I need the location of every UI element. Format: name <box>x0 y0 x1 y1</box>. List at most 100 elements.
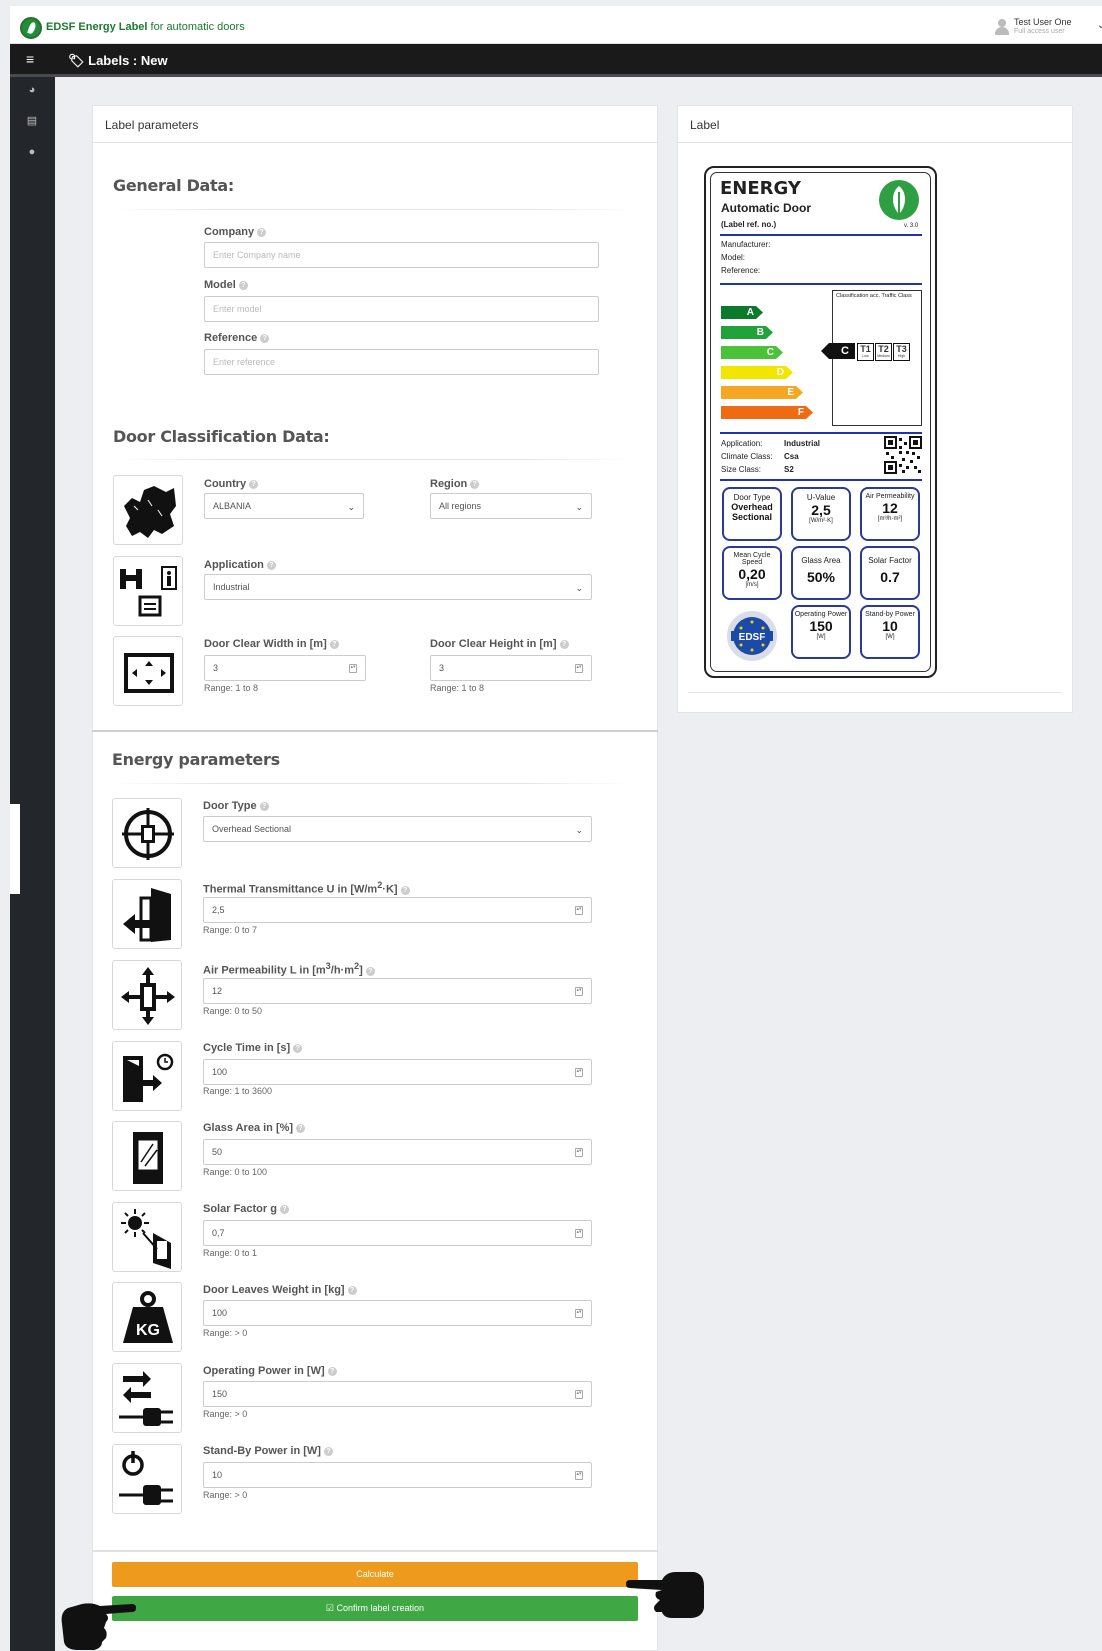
tile-cycle-speed: Mean Cycle Speed 0,20 [m/s] <box>722 546 782 600</box>
title-bar: ≡ 🏷 Labels : New <box>10 44 1102 77</box>
help-icon[interactable]: ? <box>279 1205 289 1214</box>
solar-factor-input[interactable]: 0,7 ▴▾ <box>203 1220 592 1246</box>
door-height-range: Range: 1 to 8 <box>430 683 485 693</box>
help-icon[interactable]: ? <box>559 640 569 649</box>
tile-solar-factor: Solar Factor 0.7 <box>860 546 920 600</box>
door-width-input[interactable]: 3 ▴▾ <box>204 655 366 681</box>
help-icon[interactable]: ? <box>327 1367 337 1376</box>
spinner-icon[interactable]: ▴▾ <box>575 1309 583 1318</box>
tile-operating-unit: [W] <box>816 634 826 640</box>
thermal-transmittance-icon <box>112 879 182 949</box>
tile-u-value-value: 2,5 <box>811 502 831 518</box>
help-icon[interactable]: ? <box>400 885 410 895</box>
application-label: Application? <box>204 559 276 571</box>
document-icon[interactable]: ▤ <box>26 115 38 127</box>
help-icon[interactable]: ? <box>470 480 480 489</box>
spinner-icon[interactable]: ▴▾ <box>575 1068 583 1077</box>
model-input[interactable]: Enter model <box>204 296 599 322</box>
general-data-title: General Data: <box>113 176 234 195</box>
region-select[interactable]: All regions ⌄ <box>430 493 592 519</box>
hamburger-menu-icon[interactable]: ≡ <box>26 51 34 67</box>
standby-power-range: Range: > 0 <box>203 1490 248 1500</box>
tile-operating-power: Operating Power 150 [W] <box>791 605 851 659</box>
user-name[interactable]: Test User One <box>1014 17 1072 27</box>
spinner-icon[interactable]: ▴▾ <box>575 1390 583 1399</box>
help-icon[interactable]: ? <box>329 640 339 649</box>
label-reference: Reference: <box>721 266 761 275</box>
weight-kg-icon: KG <box>112 1282 182 1352</box>
country-select[interactable]: ALBANIA ⌄ <box>204 493 364 519</box>
top-bar: EDSF Energy Label for automatic doors Te… <box>10 6 1102 44</box>
help-icon[interactable]: ? <box>238 281 248 290</box>
tile-solar-title: Solar Factor <box>868 556 912 565</box>
company-input[interactable]: Enter Company name <box>204 242 599 268</box>
divider <box>688 692 1062 693</box>
brand-title[interactable]: EDSF Energy Label for automatic doors <box>46 21 245 33</box>
tile-air-value: 12 <box>882 500 898 516</box>
air-label-c: ] <box>359 964 363 977</box>
confirm-label-text: Confirm label creation <box>336 1603 425 1613</box>
door-height-input[interactable]: 3 ▴▾ <box>430 655 592 681</box>
glass-area-input[interactable]: 50 ▴▾ <box>203 1139 592 1165</box>
tile-operating-value: 150 <box>809 618 833 634</box>
spinner-icon[interactable]: ▴▾ <box>575 1471 583 1480</box>
spinner-icon[interactable]: ▴▾ <box>575 987 583 996</box>
spinner-icon[interactable]: ▴▾ <box>349 664 357 673</box>
calculate-button[interactable]: Calculate <box>112 1562 638 1587</box>
weight-input[interactable]: 100 ▴▾ <box>203 1300 592 1326</box>
door-type-icon <box>112 798 182 868</box>
model-label-text: Model <box>204 279 236 291</box>
door-type-label: Door Type? <box>203 800 269 812</box>
door-type-select[interactable]: Overhead Sectional ⌄ <box>203 816 592 842</box>
door-width-range: Range: 1 to 8 <box>204 683 259 693</box>
user-avatar-icon[interactable] <box>995 19 1009 35</box>
brand-rest: for automatic doors <box>150 21 245 33</box>
spinner-icon[interactable]: ▴▾ <box>575 906 583 915</box>
user-icon[interactable]: ● <box>26 146 38 158</box>
spinner-icon[interactable]: ▴▾ <box>575 1229 583 1238</box>
divider <box>112 783 632 784</box>
help-icon[interactable]: ? <box>249 480 259 489</box>
chevron-down-icon[interactable]: ⌄ <box>1097 20 1102 31</box>
spinner-icon[interactable]: ▴▾ <box>575 1148 583 1157</box>
standby-power-input[interactable]: 10 ▴▾ <box>203 1462 592 1488</box>
class-arrow-d: D <box>721 366 793 379</box>
country-value: ALBANIA <box>213 501 252 511</box>
help-icon[interactable]: ? <box>293 1044 303 1053</box>
standby-power-label: Stand-By Power in [W]? <box>203 1445 333 1457</box>
cycle-time-input[interactable]: 100 ▴▾ <box>203 1059 592 1085</box>
traffic-t2: T2 Medium <box>875 343 892 361</box>
dashboard-icon[interactable]: ◕ <box>26 84 38 96</box>
country-label-text: Country <box>204 478 247 490</box>
reference-input[interactable]: Enter reference <box>204 349 599 375</box>
help-icon[interactable]: ? <box>347 1286 357 1295</box>
thermal-input[interactable]: 2,5 ▴▾ <box>203 897 592 923</box>
glass-area-range: Range: 0 to 100 <box>203 1167 268 1177</box>
air-input[interactable]: 12 ▴▾ <box>203 978 592 1004</box>
pointing-hand-icon <box>626 1572 704 1618</box>
help-icon[interactable]: ? <box>296 1124 306 1133</box>
standby-power-value: 10 <box>212 1470 223 1480</box>
chevron-down-icon: ⌄ <box>575 583 583 593</box>
application-select[interactable]: Industrial ⌄ <box>204 574 592 600</box>
operating-power-input[interactable]: 150 ▴▾ <box>203 1381 592 1407</box>
confirm-label-button[interactable]: ☑ Confirm label creation <box>112 1596 638 1621</box>
help-icon[interactable]: ? <box>260 334 270 343</box>
solar-factor-value: 0,7 <box>212 1228 225 1238</box>
help-icon[interactable]: ? <box>259 802 269 811</box>
help-icon[interactable]: ? <box>266 561 276 570</box>
tile-air-permeability: Air Permeability 12 [m³/h·m²] <box>860 487 920 541</box>
help-icon[interactable]: ? <box>323 1447 333 1456</box>
glass-area-label-text: Glass Area in [%] <box>203 1122 294 1134</box>
air-value: 12 <box>212 986 223 996</box>
label-application-key: Application: <box>721 439 763 448</box>
tile-air-title: Air Permeability <box>865 493 915 500</box>
help-icon[interactable]: ? <box>365 966 375 976</box>
door-height-value: 3 <box>439 663 445 673</box>
region-label-text: Region <box>430 478 468 490</box>
tile-standby-value: 10 <box>882 618 898 634</box>
help-icon[interactable]: ? <box>257 228 267 237</box>
tile-u-value: U-Value 2,5 [W/m²·K] <box>791 487 851 541</box>
spinner-icon[interactable]: ▴▾ <box>575 664 583 673</box>
door-width-label: Door Clear Width in [m]? <box>204 638 339 650</box>
